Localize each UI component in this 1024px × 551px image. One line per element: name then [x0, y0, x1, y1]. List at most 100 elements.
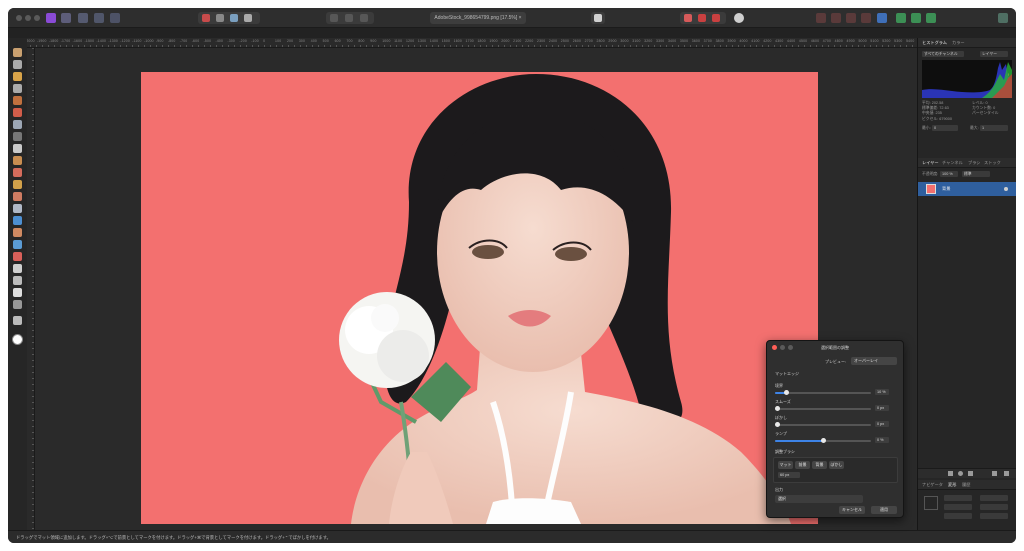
pencil-tool-icon[interactable]: [13, 168, 22, 177]
move-tool-icon[interactable]: [13, 60, 22, 69]
marquee-tool-icon[interactable]: [13, 132, 22, 141]
gradient-tool-icon[interactable]: [13, 156, 22, 165]
zoom-tool-icon[interactable]: [13, 316, 22, 325]
ramp-value[interactable]: 0 %: [875, 437, 889, 443]
arrange-2-icon[interactable]: [831, 13, 841, 23]
arrange-1-icon[interactable]: [816, 13, 826, 23]
border-value[interactable]: 10 %: [875, 389, 889, 395]
shape-tool-icon[interactable]: [13, 276, 22, 285]
new-layer-icon[interactable]: [992, 471, 997, 476]
slider-knob[interactable]: [775, 422, 780, 427]
smooth-value[interactable]: 0 px: [875, 405, 889, 411]
anchor-selector[interactable]: [924, 496, 938, 510]
contrast-icon[interactable]: [244, 14, 252, 22]
selection-tool-icon[interactable]: [13, 120, 22, 129]
document-image[interactable]: [141, 72, 818, 524]
apply-button[interactable]: 適用: [871, 506, 897, 514]
snapping-icon[interactable]: [594, 14, 602, 22]
slider-knob[interactable]: [820, 438, 826, 443]
border-slider[interactable]: [775, 390, 871, 395]
selection-new-icon[interactable]: [684, 14, 692, 22]
source-select[interactable]: レイヤー: [980, 51, 1008, 57]
delete-layer-icon[interactable]: [1004, 471, 1009, 476]
blur-tool-icon[interactable]: [13, 228, 22, 237]
blend-mode-select[interactable]: 標準: [962, 171, 990, 177]
feather-value[interactable]: 0 px: [875, 421, 889, 427]
selection-add-icon[interactable]: [698, 14, 706, 22]
layer-visibility-icon[interactable]: [1004, 187, 1008, 191]
ramp-slider[interactable]: [775, 438, 871, 443]
transform-r-field[interactable]: [944, 513, 972, 519]
selection-subtract-icon[interactable]: [712, 14, 720, 22]
background-brush-button[interactable]: 背景: [812, 461, 827, 469]
liquify-persona-icon[interactable]: [61, 13, 71, 23]
develop-persona-icon[interactable]: [78, 13, 88, 23]
tab-stock[interactable]: ストック: [984, 160, 1001, 166]
account-icon[interactable]: [998, 13, 1008, 23]
transform-s-field[interactable]: [980, 513, 1008, 519]
drop-tool-icon[interactable]: [13, 240, 22, 249]
color-wheel-icon[interactable]: [230, 14, 238, 22]
histogram-min-field[interactable]: 0: [932, 125, 958, 131]
arrange-3-icon[interactable]: [846, 13, 856, 23]
adjustment-layer-icon[interactable]: [958, 471, 963, 476]
foreground-brush-button[interactable]: 前景: [795, 461, 810, 469]
assistant-icon[interactable]: [734, 13, 744, 23]
brush-size-field[interactable]: 60 px: [778, 472, 800, 478]
export-persona-icon[interactable]: [110, 13, 120, 23]
channel-select[interactable]: すべてのチャンネル: [922, 51, 964, 57]
tab-navigator[interactable]: ナビゲータ: [922, 482, 943, 488]
hand-tool-icon[interactable]: [13, 48, 22, 57]
matting-checkbox-label[interactable]: マットエッジ: [775, 371, 799, 377]
document-tab[interactable]: AdobeStock_998654799.png [17.5%] ×: [430, 12, 526, 24]
feather-slider[interactable]: [775, 422, 871, 427]
align-icon[interactable]: [877, 13, 887, 23]
zoom-window-button[interactable]: [34, 15, 40, 21]
view-mode-3-icon[interactable]: [360, 14, 368, 22]
dodge-tool-icon[interactable]: [13, 180, 22, 189]
arrange-4-icon[interactable]: [861, 13, 871, 23]
boolean-add-icon[interactable]: [896, 13, 906, 23]
view-mode-1-icon[interactable]: [330, 14, 338, 22]
tab-layers[interactable]: レイヤー: [922, 160, 939, 166]
slider-knob[interactable]: [784, 390, 790, 395]
boolean-intersect-icon[interactable]: [926, 13, 936, 23]
tab-histogram[interactable]: ヒストグラム: [922, 40, 947, 46]
transform-x-field[interactable]: [944, 495, 972, 501]
transform-y-field[interactable]: [944, 504, 972, 510]
layer-row[interactable]: 背景: [918, 182, 1016, 196]
flood-fill-tool-icon[interactable]: [13, 96, 22, 105]
tone-mapping-persona-icon[interactable]: [94, 13, 104, 23]
pen-tool-icon[interactable]: [13, 252, 22, 261]
layer-mask-icon[interactable]: [948, 471, 953, 476]
smooth-slider[interactable]: [775, 406, 871, 411]
minimize-window-button[interactable]: [25, 15, 31, 21]
stamp-tool-icon[interactable]: [13, 216, 22, 225]
tab-channels[interactable]: チャンネル: [942, 160, 963, 166]
histogram-max-field[interactable]: 1: [980, 125, 1008, 131]
preview-select[interactable]: オーバーレイ: [851, 357, 897, 365]
app-persona-icon[interactable]: [46, 13, 56, 23]
crop-tool-icon[interactable]: [13, 84, 22, 93]
tab-history[interactable]: 履歴: [962, 482, 970, 488]
close-window-button[interactable]: [16, 15, 22, 21]
tab-color[interactable]: カラー: [952, 40, 965, 46]
color-picker-icon[interactable]: [202, 14, 210, 22]
adjustment-icon[interactable]: [216, 14, 224, 22]
fx-icon[interactable]: [968, 471, 973, 476]
feather-brush-button[interactable]: ぼかし: [829, 461, 844, 469]
cancel-button[interactable]: キャンセル: [839, 506, 865, 514]
color-swatch-icon[interactable]: [12, 334, 23, 345]
opacity-field[interactable]: 100 %: [940, 171, 958, 177]
view-mode-2-icon[interactable]: [345, 14, 353, 22]
brush-selection-tool-icon[interactable]: [13, 72, 22, 81]
tab-brushes[interactable]: ブラシ: [968, 160, 980, 166]
clone-tool-icon[interactable]: [13, 144, 22, 153]
table-tool-icon[interactable]: [13, 300, 22, 309]
text-tool-icon[interactable]: [13, 288, 22, 297]
tab-transform[interactable]: 変形: [948, 482, 956, 488]
output-select[interactable]: 選択: [775, 495, 863, 503]
slider-knob[interactable]: [775, 406, 780, 411]
transform-h-field[interactable]: [980, 504, 1008, 510]
sponge-tool-icon[interactable]: [13, 204, 22, 213]
